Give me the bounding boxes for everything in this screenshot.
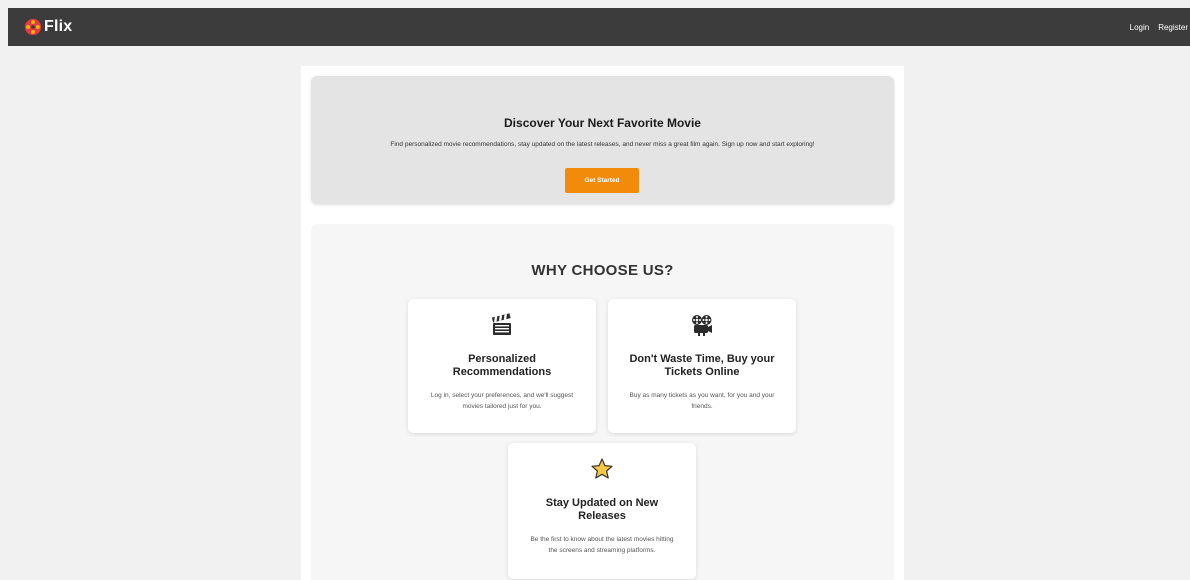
hero-title: Discover Your Next Favorite Movie [504,116,701,130]
brand-name: Flix [44,18,73,35]
clapperboard-icon [491,313,511,335]
card-title: Don't Waste Time, Buy your Tickets Onlin… [629,353,775,378]
feature-card-releases: Stay Updated on New Releases Be the firs… [508,443,696,579]
feature-card-recommendations: Personalized Recommendations Log in, sel… [408,299,596,433]
card-description: Buy as many tickets as you want, for you… [629,392,775,410]
hero-section: Discover Your Next Favorite Movie Find p… [311,76,894,204]
card-description: Be the first to know about the latest mo… [530,536,674,554]
card-description: Log in, select your preferences, and we'… [430,392,574,410]
main-content: Discover Your Next Favorite Movie Find p… [301,66,904,580]
feature-card-tickets: Don't Waste Time, Buy your Tickets Onlin… [608,299,796,433]
section-title: WHY CHOOSE US? [531,262,674,279]
login-link[interactable]: Login [1130,23,1150,32]
get-started-button[interactable]: Get Started [565,168,639,193]
card-title: Stay Updated on New Releases [545,497,659,522]
why-choose-us-section: WHY CHOOSE US? Personalized Recommendati… [311,224,894,580]
nav-links: Login Register [1130,23,1190,32]
star-icon [591,458,613,479]
hero-description: Find personalized movie recommendations,… [390,141,815,148]
film-projector-icon [692,315,712,336]
navbar: Flix Login Register [8,8,1190,46]
register-link[interactable]: Register [1158,23,1188,32]
card-title: Personalized Recommendations [452,353,552,378]
film-reel-logo-icon [24,18,42,36]
brand[interactable]: Flix [24,18,72,36]
